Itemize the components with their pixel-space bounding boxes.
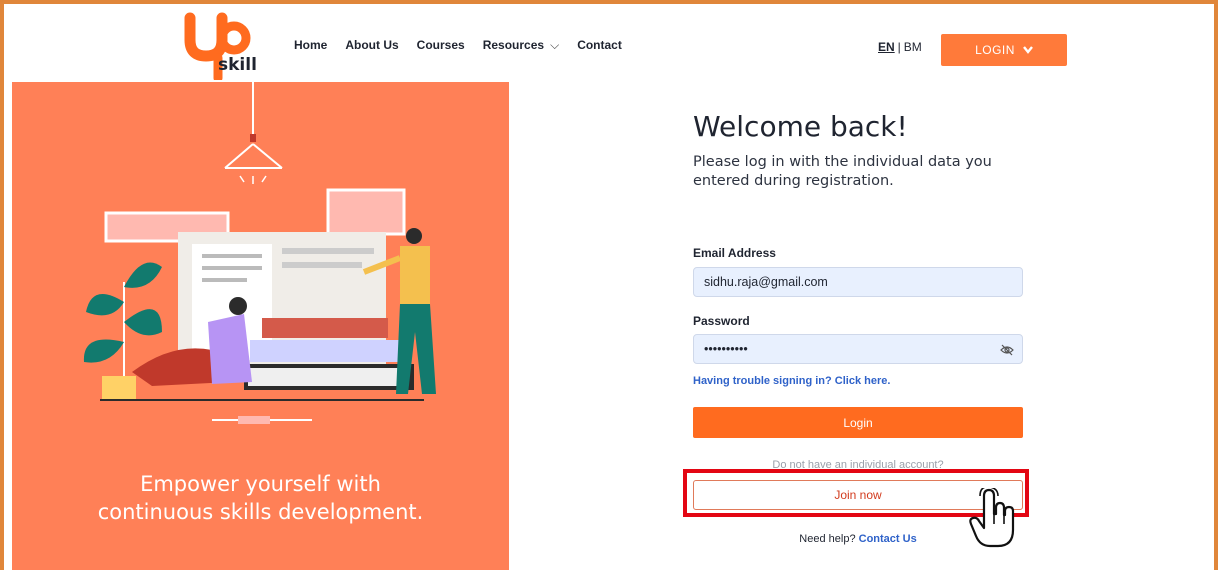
nav-contact[interactable]: Contact bbox=[577, 38, 622, 53]
lang-separator: | bbox=[897, 40, 901, 54]
hero-panel: Empower yourself with continuous skills … bbox=[12, 82, 509, 570]
email-value: sidhu.raja@gmail.com bbox=[704, 275, 828, 289]
trouble-signin-link[interactable]: Having trouble signing in? Click here. bbox=[693, 375, 890, 387]
nav-resources[interactable]: Resources ⌵ bbox=[483, 38, 559, 53]
tagline-line-1: Empower yourself with bbox=[140, 472, 381, 496]
password-field[interactable]: •••••••••• bbox=[693, 334, 1023, 364]
lang-en[interactable]: EN bbox=[878, 40, 895, 54]
eye-slash-icon[interactable] bbox=[1000, 343, 1014, 357]
main-nav: Home About Us Courses Resources ⌵ Contact bbox=[294, 38, 622, 53]
password-value: •••••••••• bbox=[704, 342, 748, 356]
top-header: skill Home About Us Courses Resources ⌵ C… bbox=[4, 4, 1214, 82]
language-switcher: EN | BM bbox=[878, 40, 922, 54]
header-login-button[interactable]: LOGIN bbox=[941, 34, 1067, 66]
help-text: Need help? bbox=[799, 533, 856, 545]
login-button[interactable]: Login bbox=[693, 407, 1023, 438]
email-field[interactable]: sidhu.raja@gmail.com bbox=[693, 267, 1023, 297]
nav-about-us[interactable]: About Us bbox=[345, 38, 398, 53]
reading-illustration bbox=[83, 82, 436, 424]
upskill-logo[interactable]: skill bbox=[182, 10, 282, 80]
nav-home[interactable]: Home bbox=[294, 38, 327, 53]
hero-tagline: Empower yourself with continuous skills … bbox=[12, 470, 509, 526]
chevron-down-icon: ⌵ bbox=[550, 38, 560, 52]
login-button-label: Login bbox=[843, 415, 873, 430]
lang-bm[interactable]: BM bbox=[904, 40, 922, 54]
login-heading-block: Welcome back! Please log in with the ind… bbox=[693, 110, 1023, 191]
nav-courses[interactable]: Courses bbox=[417, 38, 465, 53]
header-login-label: LOGIN bbox=[975, 43, 1015, 57]
svg-text:skill: skill bbox=[218, 55, 257, 75]
tagline-line-2: continuous skills development. bbox=[97, 500, 424, 524]
password-label: Password bbox=[693, 314, 750, 328]
nav-resources-label: Resources bbox=[482, 38, 545, 52]
page-title: Welcome back! bbox=[693, 110, 908, 143]
page-subtitle: Please log in with the individual data y… bbox=[693, 154, 992, 189]
hand-pointer-icon bbox=[969, 488, 1015, 548]
email-label: Email Address bbox=[693, 246, 776, 260]
chevron-down-icon bbox=[1022, 46, 1033, 54]
contact-us-link[interactable]: Contact Us bbox=[859, 533, 917, 545]
